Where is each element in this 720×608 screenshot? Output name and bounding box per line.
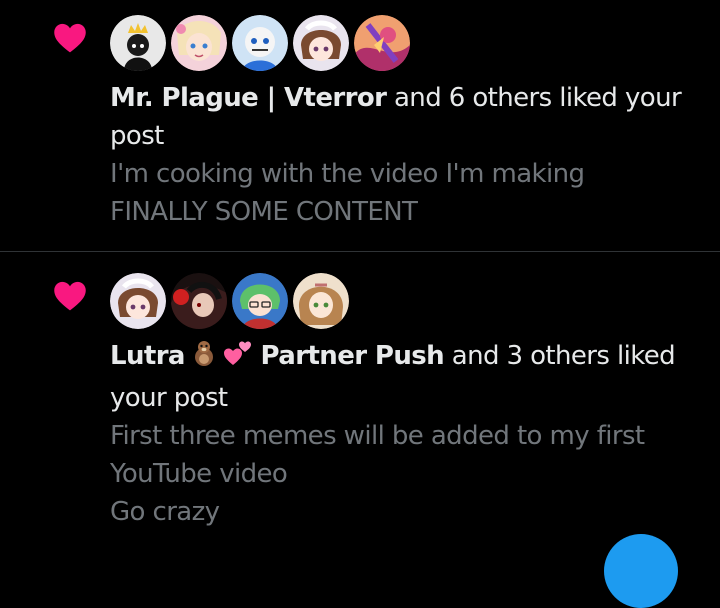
heart-icon (54, 281, 86, 311)
avatar[interactable] (232, 273, 288, 329)
notification-text: Mr. Plague | Vterror and 6 others liked … (110, 79, 690, 231)
avatar[interactable] (171, 273, 227, 329)
post-preview-line: FINALLY SOME CONTENT (110, 197, 418, 227)
post-preview-line: Go crazy (110, 497, 220, 527)
avatar[interactable] (110, 15, 166, 71)
compose-button[interactable] (604, 534, 678, 608)
notification-item[interactable]: Mr. Plague | Vterror and 6 others liked … (0, 0, 720, 252)
avatar[interactable] (110, 273, 166, 329)
actor-name[interactable]: Mr. Plague | Vterror (110, 83, 387, 113)
actor-name[interactable]: Lutra (110, 341, 185, 371)
two-hearts-emoji (223, 338, 253, 379)
notification-item[interactable]: Lutra Partner Push and 3 others liked yo… (0, 252, 720, 544)
avatar[interactable] (354, 15, 410, 71)
heart-icon (54, 23, 86, 53)
post-preview-line: First three memes will be added to my fi… (110, 421, 645, 451)
notification-text: Lutra Partner Push and 3 others liked yo… (110, 337, 690, 531)
avatar[interactable] (293, 273, 349, 329)
otter-emoji (189, 338, 219, 379)
avatar[interactable] (171, 15, 227, 71)
post-preview-line: I'm cooking with the video I'm making (110, 159, 585, 189)
actor-name[interactable]: Partner Push (261, 341, 445, 371)
post-preview-line: YouTube video (110, 459, 288, 489)
avatar[interactable] (293, 15, 349, 71)
avatar[interactable] (232, 15, 288, 71)
